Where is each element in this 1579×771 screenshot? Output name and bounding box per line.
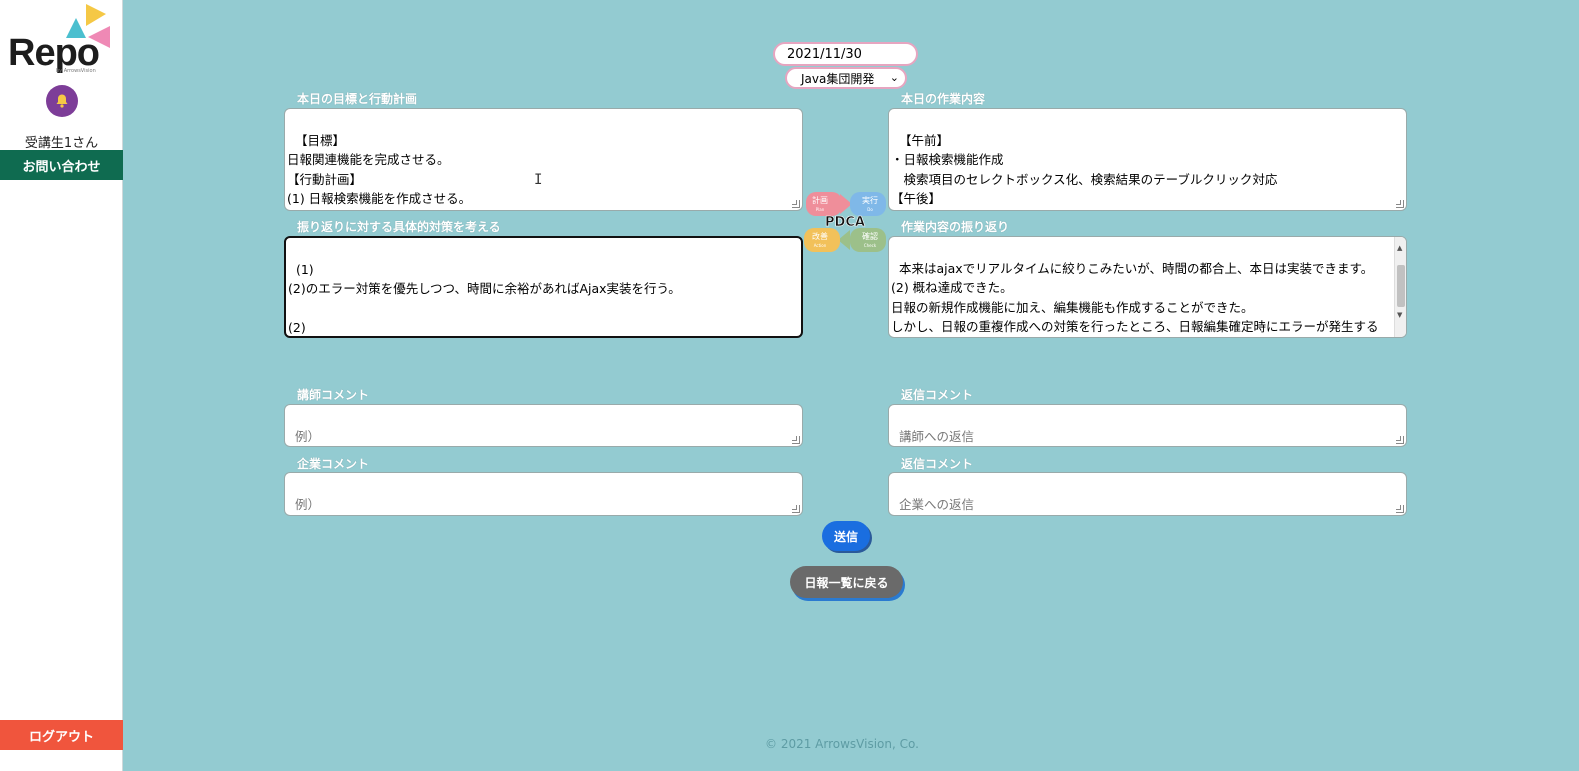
scroll-down-icon[interactable]: ▼ [1397,306,1402,326]
company-reply-placeholder: 企業への返信 [898,496,974,512]
company-reply-label: 返信コメント [901,457,974,471]
measures-label: 振り返りに対する具体的対策を考える [297,220,501,234]
text-cursor-icon: I [534,172,543,188]
pdca-diagram: 計画 Plan 実行 Do 確認 Check 改善 Action PDCA [800,188,890,256]
send-button[interactable]: 送信 [822,521,870,551]
user-name: 受講生1さん [24,136,99,151]
goals-textarea[interactable]: 【目標】 日報関連機能を完成させる。 【行動計画】 (1) 日報検索機能を作成さ… [284,108,803,211]
company-comment-label: 企業コメント [297,457,370,471]
goals-text: 【目標】 日報関連機能を完成させる。 【行動計画】 (1) 日報検索機能を作成さ… [287,132,472,207]
reflection-textarea[interactable]: 本来はajaxでリアルタイムに絞りこみたいが、時間の都合上、本日は実装できます。… [888,236,1407,338]
resize-handle[interactable] [1396,200,1404,208]
work-text: 【午前】 ・日報検索機能作成 検索項目のセレクトボックス化、検索結果のテーブルク… [891,132,1278,207]
pdca-check: 確認 [862,231,878,241]
pdca-do: 実行 [862,195,878,205]
pdca-do-en: Do [867,207,873,212]
bell-icon [56,94,68,108]
measures-textarea[interactable]: (1) (2)のエラー対策を優先しつつ、時間に余裕があればAjax実装を行う。 … [284,236,803,338]
instructor-reply-label: 返信コメント [901,388,974,402]
instructor-comment-textarea[interactable]: 例） [284,404,803,447]
logo-subtext: by ArrowsVision [56,68,96,74]
pdca-act-en: Action [814,243,827,248]
chevron-down-icon: ⌄ [889,71,899,84]
company-comment-placeholder: 例） [294,496,320,512]
instructor-comment-placeholder: 例） [294,428,320,444]
instructor-reply-placeholder: 講師への返信 [898,428,974,444]
pdca-act: 改善 [812,231,828,241]
resize-handle[interactable] [1396,436,1404,444]
resize-handle[interactable] [792,200,800,208]
scroll-thumb[interactable] [1397,265,1405,307]
logo-triangle-yellow [86,4,106,26]
sidebar: Repo by ArrowsVision 受講生1さん お問い合わせ ログアウト [0,0,123,771]
scroll-up-icon[interactable]: ▲ [1397,239,1402,259]
measures-text: (1) (2)のエラー対策を優先しつつ、時間に余裕があればAjax実装を行う。 … [288,261,681,336]
notification-button[interactable] [46,85,78,117]
back-to-list-button[interactable]: 日報一覧に戻る [790,566,903,598]
goals-label: 本日の目標と行動計画 [297,92,418,106]
company-reply-textarea[interactable]: 企業への返信 [888,472,1407,516]
work-textarea[interactable]: 【午前】 ・日報検索機能作成 検索項目のセレクトボックス化、検索結果のテーブルク… [888,108,1407,211]
contact-button[interactable]: お問い合わせ [0,150,123,180]
course-select[interactable]: Java集団開発 ⌄ [785,67,907,89]
reflection-scrollbar[interactable]: ▲ ▼ [1394,237,1406,337]
instructor-comment-label: 講師コメント [297,388,370,402]
repo-logo[interactable]: Repo by ArrowsVision [6,4,118,76]
course-select-value: Java集団開発 [801,71,875,86]
footer-copyright: © 2021 ArrowsVision, Co. [765,737,919,751]
date-input[interactable] [773,42,918,66]
logout-button[interactable]: ログアウト [0,720,123,750]
pdca-center: PDCA [825,215,865,230]
resize-handle[interactable] [792,436,800,444]
company-comment-textarea[interactable]: 例） [284,472,803,516]
resize-handle[interactable] [1396,505,1404,513]
instructor-reply-textarea[interactable]: 講師への返信 [888,404,1407,447]
pdca-plan: 計画 [812,195,828,205]
resize-handle[interactable] [792,505,800,513]
reflection-label: 作業内容の振り返り [901,220,1010,234]
reflection-text: 本来はajaxでリアルタイムに絞りこみたいが、時間の都合上、本日は実装できます。… [891,260,1379,335]
pdca-check-en: Check [864,243,877,248]
work-label: 本日の作業内容 [901,92,986,106]
pdca-plan-en: Plan [816,207,825,212]
